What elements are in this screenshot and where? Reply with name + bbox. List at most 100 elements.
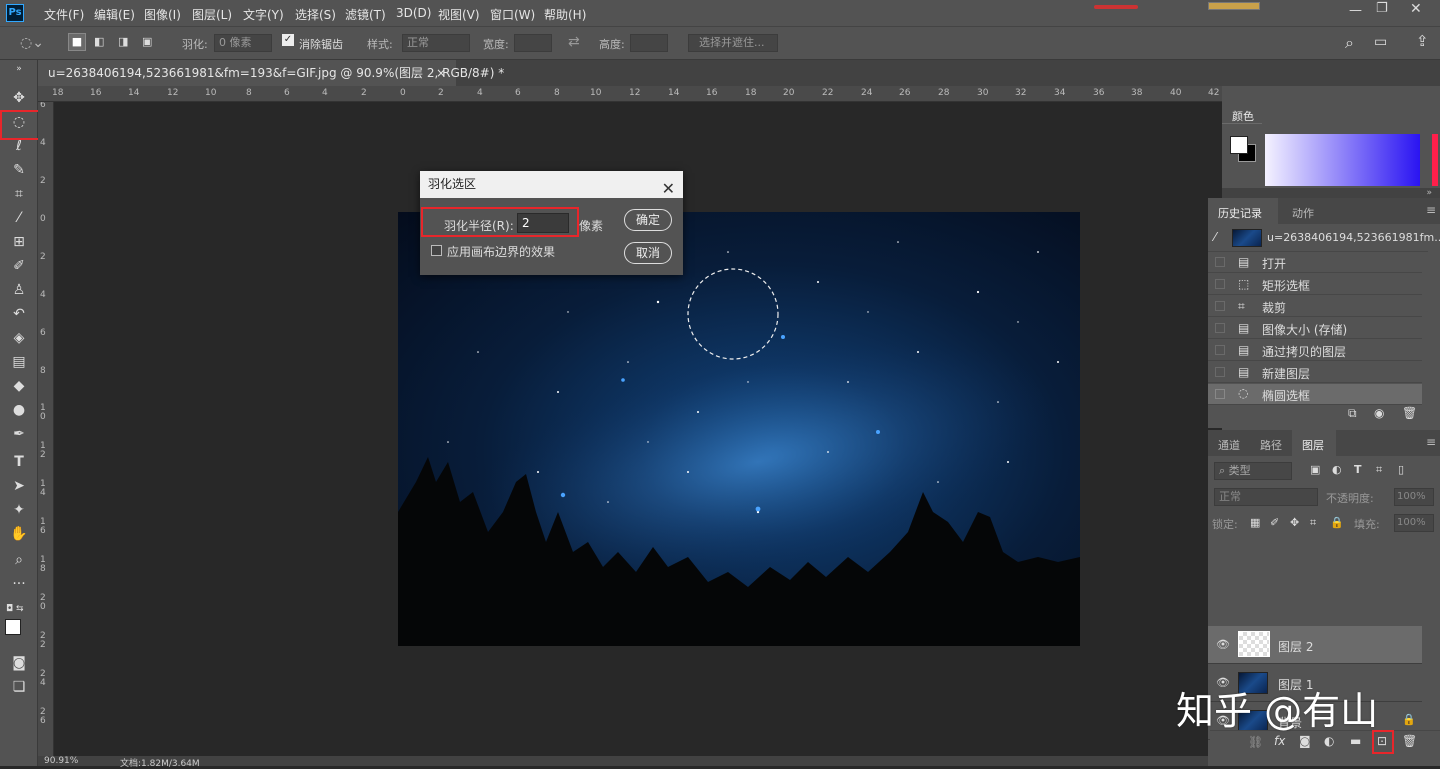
hand-tool-icon[interactable]: ✋ (8, 524, 30, 544)
intersect-selection-icon[interactable]: ▣ (142, 35, 152, 48)
tab-close-icon[interactable]: × (436, 60, 446, 86)
history-item-selected[interactable]: ◌ 椭圆选框 (1208, 384, 1422, 405)
filter-shape-icon[interactable]: ⌗ (1376, 463, 1382, 477)
path-select-tool-icon[interactable]: ➤ (8, 476, 30, 496)
blend-mode-select[interactable]: 正常 (1214, 488, 1318, 506)
gradient-tool-icon[interactable]: ▤ (8, 352, 30, 372)
ellipse-marquee-icon[interactable]: ◌⌄ (20, 35, 44, 51)
move-tool-icon[interactable]: ✥ (8, 88, 30, 108)
layer-filter-select[interactable]: ⌕ 类型 (1214, 462, 1292, 480)
type-tool-icon[interactable]: T (8, 452, 30, 472)
select-and-mask-button[interactable]: 选择并遮住... (688, 34, 778, 52)
foreground-color-swatch[interactable] (5, 619, 21, 635)
height-input[interactable] (630, 34, 668, 52)
hue-slider[interactable] (1432, 134, 1438, 186)
share-icon[interactable]: ⇪ (1416, 32, 1429, 50)
lock-all-icon[interactable]: 🔒 (1330, 516, 1344, 529)
menu-3d[interactable]: 3D(D) (396, 6, 431, 20)
filter-type-icon[interactable]: T (1354, 463, 1362, 476)
filter-pixel-icon[interactable]: ▣ (1310, 463, 1320, 476)
more-tools-icon[interactable]: ··· (8, 574, 30, 594)
menu-image[interactable]: 图像(I) (144, 6, 181, 23)
history-snapshot[interactable]: ⁄ u=2638406194,523661981fm... (1208, 226, 1440, 252)
history-item[interactable]: ▤ 打开 (1208, 252, 1422, 273)
blur-tool-icon[interactable]: ◆ (8, 376, 30, 396)
opacity-input[interactable]: 100% (1394, 488, 1434, 506)
layer-row-selected[interactable]: 👁 图层 2 (1208, 626, 1422, 664)
dodge-tool-icon[interactable]: ● (8, 400, 30, 420)
history-item[interactable]: ▤ 图像大小 (存储) (1208, 318, 1422, 339)
document-tab[interactable]: u=2638406194,523661981&fm=193&f=GIF.jpg … (38, 60, 504, 86)
color-field-gradient[interactable] (1265, 134, 1420, 186)
menu-window[interactable]: 窗口(W) (490, 6, 535, 23)
width-input[interactable] (514, 34, 552, 52)
menu-help[interactable]: 帮助(H) (544, 6, 586, 23)
link-layers-icon[interactable]: ⛓ (1248, 735, 1263, 749)
ok-button[interactable]: 确定 (624, 209, 672, 231)
lock-transparent-icon[interactable]: ▦ (1250, 516, 1260, 529)
quick-select-tool-icon[interactable]: ✎ (8, 160, 30, 180)
feather-input[interactable]: 0 像素 (214, 34, 272, 52)
restore-icon[interactable]: ❐ (1376, 1, 1388, 16)
layers-menu-icon[interactable]: ≡ (1426, 435, 1436, 449)
cancel-button[interactable]: 取消 (624, 242, 672, 264)
pen-tool-icon[interactable]: ✒ (8, 424, 30, 444)
history-item[interactable]: ⌗ 裁剪 (1208, 296, 1422, 317)
subtract-selection-icon[interactable]: ◨ (118, 35, 128, 48)
filter-smart-icon[interactable]: ▯ (1398, 463, 1404, 476)
menu-filter[interactable]: 滤镜(T) (345, 6, 386, 23)
delete-layer-icon[interactable]: 🗑 (1402, 734, 1417, 748)
menu-select[interactable]: 选择(S) (295, 6, 336, 23)
antialias-checkbox[interactable]: ✓ (282, 34, 294, 46)
actions-tab[interactable]: 动作 (1292, 205, 1314, 221)
layers-tab[interactable]: 图层 (1302, 437, 1324, 453)
menu-view[interactable]: 视图(V) (438, 6, 480, 23)
fill-input[interactable]: 100% (1394, 514, 1434, 532)
collapse-panel-icon[interactable]: » (1222, 188, 1440, 198)
new-group-icon[interactable]: ▬ (1350, 734, 1361, 748)
menu-type[interactable]: 文字(Y) (243, 6, 284, 23)
fg-color-swatch[interactable] (1230, 136, 1248, 154)
eraser-tool-icon[interactable]: ◈ (8, 328, 30, 348)
adjustment-layer-icon[interactable]: ◐ (1324, 734, 1334, 748)
canvas-bounds-checkbox[interactable] (431, 245, 442, 256)
history-brush-tool-icon[interactable]: ↶ (8, 304, 30, 324)
new-selection-icon[interactable]: ■ (68, 33, 86, 51)
lock-position-icon[interactable]: ✥ (1290, 516, 1299, 529)
zoom-level[interactable]: 90.91% (44, 756, 78, 766)
night-sky-image[interactable] (398, 212, 1080, 646)
menu-layer[interactable]: 图层(L) (192, 6, 232, 23)
visibility-eye-icon[interactable]: 👁 (1216, 638, 1230, 651)
history-item[interactable]: ▤ 通过拷贝的图层 (1208, 340, 1422, 361)
channels-tab[interactable]: 通道 (1218, 437, 1240, 453)
swap-icon[interactable]: ⇄ (568, 34, 580, 50)
history-tab[interactable]: 历史记录 (1218, 205, 1262, 221)
minimize-icon[interactable]: — (1349, 3, 1362, 18)
color-tab[interactable]: 颜色 (1232, 108, 1254, 124)
menu-edit[interactable]: 编辑(E) (94, 6, 135, 23)
screen-mode-icon[interactable]: ❏ (8, 677, 30, 697)
lock-image-icon[interactable]: ✐ (1270, 516, 1279, 529)
add-selection-icon[interactable]: ◧ (94, 35, 104, 48)
crop-tool-icon[interactable]: ⌗ (8, 184, 30, 204)
filter-adjust-icon[interactable]: ◐ (1332, 463, 1342, 476)
collapse-icon[interactable]: » (8, 64, 30, 74)
paths-tab[interactable]: 路径 (1260, 437, 1282, 453)
lock-artboard-icon[interactable]: ⌗ (1310, 516, 1316, 530)
history-menu-icon[interactable]: ≡ (1426, 203, 1436, 217)
shape-tool-icon[interactable]: ✦ (8, 500, 30, 520)
quick-mask-icon[interactable]: ◙ (8, 653, 30, 673)
zoom-tool-icon[interactable]: ⌕ (8, 550, 30, 570)
history-item[interactable]: ⬚ 矩形选框 (1208, 274, 1422, 295)
healing-tool-icon[interactable]: ⊞ (8, 232, 30, 252)
menu-file[interactable]: 文件(F) (44, 6, 84, 23)
eyedropper-tool-icon[interactable]: ⁄ (8, 208, 30, 228)
new-document-from-state-icon[interactable]: ⧉ (1348, 406, 1357, 421)
fx-icon[interactable]: fx (1274, 734, 1285, 748)
brush-tool-icon[interactable]: ✐ (8, 256, 30, 276)
history-item[interactable]: ▤ 新建图层 (1208, 362, 1422, 383)
snapshot-camera-icon[interactable]: ◉ (1374, 406, 1384, 420)
style-select[interactable]: 正常 (402, 34, 470, 52)
trash-icon[interactable]: 🗑 (1402, 406, 1417, 420)
search-icon[interactable]: ⌕ (1345, 33, 1354, 53)
